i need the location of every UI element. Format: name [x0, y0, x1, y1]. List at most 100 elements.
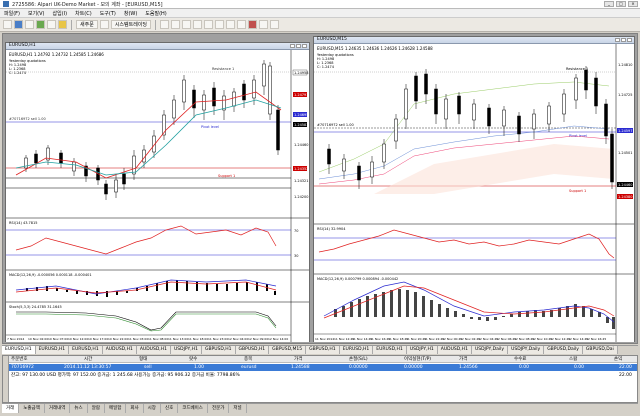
new-order-button[interactable]: 새주문 — [76, 20, 98, 29]
terminal-tab[interactable]: 노출금액 — [19, 404, 45, 413]
col-tp[interactable]: 이익실현(T/P) — [404, 356, 431, 363]
chart-tab[interactable]: AUDUSD,H1 — [437, 346, 472, 354]
navigator-icon[interactable] — [36, 20, 45, 29]
menu-charts[interactable]: 차트(C) — [75, 10, 92, 17]
terminal-tab[interactable]: 알람 — [88, 404, 105, 413]
table-row[interactable]: 70716972 2014.11.12 13:30:57 sell 1.00 e… — [9, 364, 637, 371]
periods-icon[interactable] — [259, 20, 269, 29]
menu-insert[interactable]: 삽입(I) — [53, 10, 68, 17]
profiles-icon[interactable] — [14, 20, 23, 29]
terminal-tab[interactable]: 거래 — [2, 404, 20, 413]
chart-tab[interactable]: AUDUSD,H1 — [102, 346, 137, 354]
price-label-7: 1.24321 — [294, 179, 308, 183]
chart-canvas[interactable]: EURUSD,H1 1.24792 1.24732 1.24585 1.2468… — [6, 50, 309, 342]
terminal-icon[interactable] — [47, 20, 56, 29]
col-commission[interactable]: 수수료 — [514, 356, 526, 363]
app-icon — [3, 1, 9, 7]
chart-tab[interactable]: GBPUSD,H1 — [201, 346, 236, 354]
menu-help[interactable]: 도움말(H) — [145, 10, 166, 17]
price-label-1: 1.24810 — [618, 63, 632, 67]
market-watch-icon[interactable] — [25, 20, 34, 29]
menu-view[interactable]: 보기(V) — [28, 10, 45, 17]
time-label: 11 Nov 2014 — [315, 337, 334, 341]
chart-tab[interactable]: EURUSD,H1 — [69, 346, 103, 354]
chart-canvas[interactable]: EURUSD,M15 1.24635 1.24636 1.24626 1.246… — [314, 44, 634, 342]
chart-tab[interactable]: GBPUSD,H1 — [235, 346, 270, 354]
cell-price: 1.24588 — [291, 365, 310, 370]
terminal-tab[interactable]: 신호 — [161, 404, 179, 413]
col-price[interactable]: 가격 — [294, 356, 302, 363]
indicators-icon[interactable] — [248, 20, 258, 29]
chart-window-eurusd-m15[interactable]: EURUSD,M15 EURUSD,M15 1.24635 1.24636 1.… — [313, 36, 635, 342]
cell-sl: 0.00000 — [349, 365, 368, 370]
col-cur-price[interactable]: 가격 — [459, 356, 467, 363]
col-symbol[interactable]: 종목 — [244, 356, 252, 363]
line-chart-icon[interactable] — [182, 20, 192, 29]
tester-icon[interactable] — [58, 20, 67, 29]
autoscroll-icon[interactable] — [226, 20, 236, 29]
chart-tab[interactable]: EURUSD,H1 — [35, 346, 70, 354]
chart-tab[interactable]: GBPUSD,H1 — [306, 346, 340, 354]
col-profit[interactable]: 손익 — [614, 356, 622, 363]
chart-close-button[interactable] — [302, 44, 307, 48]
price-label-5: 1.24460 — [294, 143, 308, 147]
terminal-tab[interactable]: 저널 — [229, 404, 247, 413]
col-swap[interactable]: 스왑 — [569, 356, 577, 363]
tile-windows-icon[interactable] — [215, 20, 225, 29]
col-order[interactable]: 주문번호 — [11, 356, 28, 363]
chart-tab[interactable]: USDJPY,Daily — [471, 346, 509, 354]
chart-tab[interactable]: EURUSD,H1 — [2, 346, 36, 354]
col-sl[interactable]: 손절(S/L) — [349, 356, 368, 363]
zoom-in-icon[interactable] — [193, 20, 203, 29]
menu-file[interactable]: 파일(F) — [4, 10, 20, 17]
terminal-tabs: 거래 노출금액 거래내역 뉴스 알람 메일함 회사 시장 신호 코드베이스 전문가 저널 — [2, 403, 638, 413]
col-time[interactable]: 시간 — [84, 356, 92, 363]
chart-maximize-button[interactable] — [296, 44, 301, 48]
chart-tab[interactable]: USDJPY,H1 — [406, 346, 438, 354]
new-chart-icon[interactable] — [3, 20, 12, 29]
chart-tab[interactable]: EURUSD,H1 — [339, 346, 374, 354]
menu-tools[interactable]: 도구(T) — [100, 10, 116, 17]
chart-tab[interactable]: GBPUSD,Daily — [544, 346, 583, 354]
templates-icon[interactable] — [270, 20, 280, 29]
maximize-button[interactable]: □ — [616, 1, 626, 7]
terminal-tab[interactable]: 코드베이스 — [178, 404, 208, 413]
chart-tab[interactable]: AUDUSD,H1 — [136, 346, 171, 354]
chart-minimize-button[interactable] — [615, 38, 620, 42]
chart-tab[interactable]: GBPUSD,M15 — [269, 346, 307, 354]
auto-trading-button[interactable]: 시스템트레이딩 — [110, 20, 152, 29]
terminal-tab[interactable]: 뉴스 — [70, 404, 88, 413]
price-label-3: 1.24597 — [618, 129, 632, 133]
chart-caption[interactable]: EURUSD,M15 — [314, 37, 634, 44]
chart-window-eurusd-h1[interactable]: EURUSD,H1 EURUSD,H1 1.24792 1.24732 1.24… — [5, 42, 310, 342]
menu-window[interactable]: 창(W) — [124, 10, 137, 17]
chart-tab[interactable]: EURUSD,H1 — [373, 346, 407, 354]
chart-maximize-button[interactable] — [621, 38, 626, 42]
terminal-tab[interactable]: 회사 — [126, 404, 144, 413]
chart-minimize-button[interactable] — [290, 44, 295, 48]
col-type[interactable]: 형태 — [139, 356, 147, 363]
chart-close-button[interactable] — [627, 38, 632, 42]
bar-chart-icon[interactable] — [160, 20, 170, 29]
time-label: 12 Nov 14:00 — [268, 337, 288, 341]
macd-label: MACD(12,26,9) 0.000799 0.000894 -0.00044… — [317, 277, 398, 281]
terminal-tab[interactable]: 시장 — [144, 404, 161, 413]
terminal-tab[interactable]: 거래내역 — [45, 404, 71, 413]
time-label: 7 Nov 2014 — [7, 337, 24, 341]
chart-tab[interactable]: GBPUSD,Dai — [582, 346, 618, 354]
col-lots[interactable]: 랏수 — [189, 356, 197, 363]
close-button[interactable]: × — [628, 1, 638, 7]
toolbar: 새주문 시스템트레이딩 — [0, 18, 640, 32]
candlestick-icon[interactable] — [171, 20, 181, 29]
chart-caption[interactable]: EURUSD,H1 — [6, 43, 309, 50]
terminal-tab[interactable]: 메일함 — [105, 404, 127, 413]
chart-shift-icon[interactable] — [237, 20, 247, 29]
metaeditor-icon[interactable] — [99, 20, 109, 29]
minimize-button[interactable]: _ — [604, 1, 614, 7]
chart-tab[interactable]: USDJPY,H1 — [170, 346, 202, 354]
terminal-header-row: 주문번호 시간 형태 랏수 종목 가격 손절(S/L) 이익실현(T/P) 가격… — [9, 356, 637, 363]
zoom-out-icon[interactable] — [204, 20, 214, 29]
terminal-tab[interactable]: 전문가 — [208, 404, 230, 413]
cell-symbol: eurusd — [241, 365, 257, 370]
chart-tab[interactable]: USDJPY,Daily — [508, 346, 545, 354]
